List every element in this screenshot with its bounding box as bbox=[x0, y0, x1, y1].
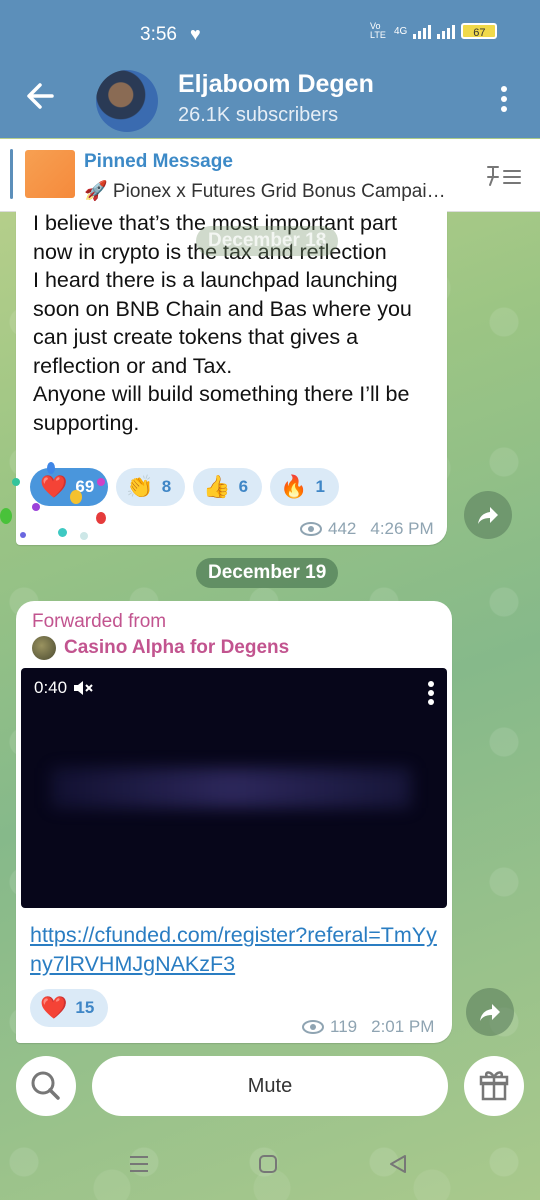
pinned-thumbnail bbox=[25, 150, 75, 198]
view-count: 119 bbox=[330, 1017, 358, 1036]
pinned-title: Pinned Message bbox=[84, 151, 233, 172]
floating-date-chip: December 18 bbox=[196, 226, 339, 256]
more-options-icon[interactable] bbox=[494, 84, 514, 114]
status-time: 3:56 bbox=[140, 24, 177, 45]
confetti-heart bbox=[12, 478, 20, 486]
message-time: 2:01 PM bbox=[371, 1017, 435, 1036]
confetti-heart bbox=[0, 508, 12, 524]
confetti-heart bbox=[47, 462, 55, 474]
confetti-heart bbox=[58, 528, 67, 537]
gift-button[interactable] bbox=[464, 1056, 524, 1116]
video-frame bbox=[51, 768, 411, 808]
pinned-indicator bbox=[10, 149, 13, 199]
reaction-count: 8 bbox=[161, 477, 172, 496]
confetti-heart bbox=[96, 512, 106, 524]
confetti-heart bbox=[70, 490, 82, 504]
share-button[interactable] bbox=[464, 491, 512, 539]
search-icon bbox=[31, 1071, 60, 1100]
reaction-count: 15 bbox=[75, 998, 95, 1017]
message-time: 4:26 PM bbox=[370, 519, 434, 538]
forwarded-message-bubble[interactable]: Forwarded from Casino Alpha for Degens 0… bbox=[16, 601, 452, 1043]
views-eye-icon bbox=[302, 1020, 324, 1034]
status-icons: Vo LTE 4G 67 bbox=[370, 21, 498, 40]
back-arrow-icon[interactable] bbox=[22, 78, 62, 114]
message-meta: 442 4:26 PM bbox=[300, 519, 434, 539]
subscriber-count: 26.1K subscribers bbox=[178, 104, 339, 126]
video-player[interactable]: 0:40 bbox=[21, 668, 447, 908]
reaction-count: 6 bbox=[238, 477, 249, 496]
pinned-list-icon[interactable] bbox=[484, 163, 524, 189]
video-more-icon[interactable] bbox=[427, 680, 435, 706]
views-eye-icon bbox=[300, 522, 322, 536]
heart-emoji-icon: ❤️ bbox=[40, 995, 68, 1020]
battery-level: 67 bbox=[473, 27, 486, 39]
reactions-row: ❤️ 15 bbox=[30, 989, 109, 1027]
heart-notification-icon: ♥ bbox=[190, 24, 201, 44]
system-nav-bar bbox=[0, 1130, 540, 1200]
share-arrow-icon bbox=[478, 507, 498, 524]
confetti-heart bbox=[32, 503, 40, 511]
recent-apps-icon[interactable] bbox=[126, 1152, 152, 1176]
reaction-thumbs-up[interactable]: 👍 6 bbox=[193, 468, 263, 506]
battery-icon: 67 bbox=[461, 23, 498, 39]
reaction-clap[interactable]: 👏 8 bbox=[116, 468, 186, 506]
reaction-fire[interactable]: 🔥 1 bbox=[270, 468, 339, 506]
source-avatar bbox=[32, 636, 56, 660]
video-duration: 0:40 bbox=[34, 678, 95, 698]
back-nav-icon[interactable] bbox=[386, 1152, 410, 1176]
share-button[interactable] bbox=[466, 988, 514, 1036]
view-count: 442 bbox=[328, 519, 357, 538]
channel-title[interactable]: Eljaboom Degen bbox=[178, 70, 374, 99]
heart-emoji-icon: ❤️ bbox=[40, 474, 68, 499]
message-meta: 119 2:01 PM bbox=[302, 1017, 434, 1037]
message-link[interactable]: https://cfunded.com/register?referal=TmY… bbox=[30, 921, 440, 979]
confetti-heart bbox=[20, 532, 26, 538]
pinned-text: 🚀 Pionex x Futures Grid Bonus Campai… bbox=[84, 181, 446, 202]
confetti-heart bbox=[97, 478, 105, 486]
confetti-heart bbox=[80, 532, 88, 540]
clap-emoji-icon: 👏 bbox=[126, 474, 154, 499]
video-time-text: 0:40 bbox=[34, 678, 68, 697]
search-button[interactable] bbox=[16, 1056, 76, 1116]
gift-icon bbox=[479, 1071, 509, 1101]
mute-button[interactable]: Mute bbox=[92, 1056, 448, 1116]
thumbs-up-emoji-icon: 👍 bbox=[203, 474, 231, 499]
reaction-heart[interactable]: ❤️ 69 bbox=[30, 468, 109, 506]
network-type: 4G bbox=[394, 25, 408, 37]
forwarded-source-name: Casino Alpha for Degens bbox=[64, 637, 290, 658]
muted-speaker-icon[interactable] bbox=[73, 680, 95, 696]
forwarded-source[interactable]: Casino Alpha for Degens bbox=[32, 636, 289, 660]
signal-2-icon bbox=[437, 23, 456, 39]
volte-icon: Vo LTE bbox=[370, 21, 386, 40]
fire-emoji-icon: 🔥 bbox=[280, 474, 308, 499]
pinned-message-bar[interactable]: Pinned Message 🚀 Pionex x Futures Grid B… bbox=[0, 139, 540, 212]
forwarded-label: Forwarded from bbox=[32, 611, 167, 632]
home-icon[interactable] bbox=[256, 1152, 280, 1176]
channel-avatar[interactable] bbox=[96, 70, 158, 132]
signal-icon bbox=[413, 23, 432, 39]
channel-header: Eljaboom Degen 26.1K subscribers bbox=[0, 50, 540, 138]
date-separator: December 19 bbox=[196, 558, 339, 588]
share-arrow-icon bbox=[480, 1004, 500, 1021]
reaction-heart[interactable]: ❤️ 15 bbox=[30, 989, 109, 1027]
reaction-count: 1 bbox=[315, 477, 325, 496]
